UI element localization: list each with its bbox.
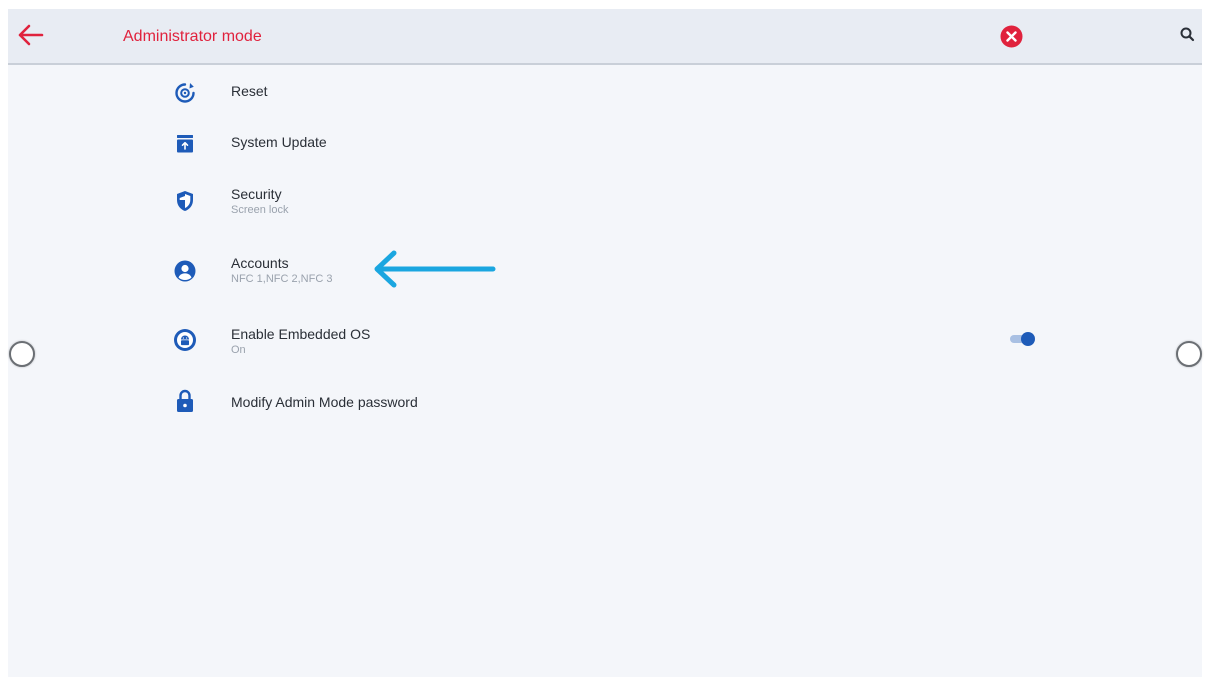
settings-screen: Administrator mode Reset System Update S… — [8, 9, 1202, 677]
menu-item-enable-embedded-os[interactable]: Enable Embedded OS On — [173, 324, 593, 364]
close-circle-icon — [1000, 25, 1023, 48]
menu-item-reset[interactable]: Reset — [173, 81, 593, 121]
search-icon — [1180, 27, 1195, 42]
shield-icon — [173, 189, 197, 213]
menu-item-sublabel: On — [231, 344, 246, 356]
search-button[interactable] — [1178, 25, 1198, 45]
embedded-os-toggle[interactable] — [1006, 327, 1046, 351]
menu-item-sublabel: NFC 1,NFC 2,NFC 3 — [231, 273, 333, 285]
close-button[interactable] — [1000, 25, 1023, 48]
system-update-icon — [173, 132, 197, 156]
page-next-handle[interactable] — [1176, 341, 1202, 367]
menu-item-label: System Update — [231, 134, 327, 150]
menu-item-modify-admin-password[interactable]: Modify Admin Mode password — [173, 388, 593, 430]
menu-item-security[interactable]: Security Screen lock — [173, 184, 593, 224]
menu-item-label: Modify Admin Mode password — [231, 394, 418, 410]
annotation-arrow — [368, 246, 503, 296]
menu-item-sublabel: Screen lock — [231, 204, 289, 216]
lock-icon — [173, 388, 197, 412]
menu-item-label: Enable Embedded OS — [231, 326, 371, 342]
menu-item-label: Accounts — [231, 255, 289, 271]
page-prev-handle[interactable] — [9, 341, 35, 367]
menu-item-system-update[interactable]: System Update — [173, 132, 593, 172]
page-title: Administrator mode — [123, 28, 262, 45]
android-icon — [173, 328, 197, 352]
menu-item-label: Reset — [231, 83, 268, 99]
title-bar: Administrator mode — [8, 9, 1202, 65]
arrow-left-icon — [18, 24, 44, 46]
reset-icon — [173, 81, 197, 105]
back-button[interactable] — [14, 21, 46, 49]
account-icon — [173, 259, 197, 283]
menu-item-label: Security — [231, 186, 282, 202]
